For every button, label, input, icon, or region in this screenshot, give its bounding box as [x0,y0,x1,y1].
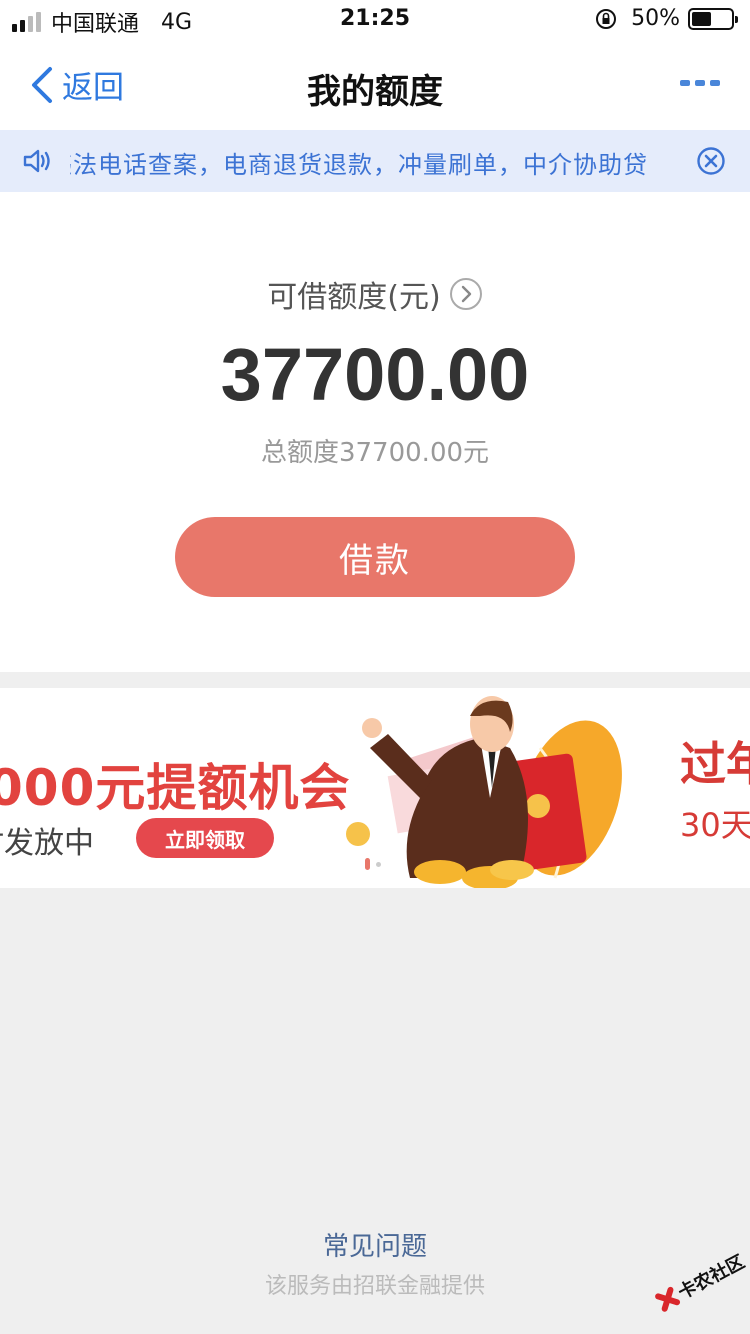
carousel-dot [376,861,381,867]
quota-card: 可借额度(元) 37700.00 总额度37700.00元 借款 [0,192,750,672]
rotation-lock-icon [596,8,617,29]
notice-bar: 违法电话查案，电商退货退款，冲量刷单，中介协助贷 [0,130,750,192]
banner-subtext: 时发放中 [0,826,94,861]
notice-marquee: 违法电话查案，电商退货退款，冲量刷单，中介协助贷 [70,130,682,192]
back-label: 返回 [62,70,124,106]
watermark-logo: 卡农社区 [655,1251,748,1312]
businessman-illustration [346,696,622,888]
chevron-right-circle-icon[interactable] [449,277,483,311]
faq-link[interactable]: 常见问题 [0,1226,750,1263]
notice-text: 违法电话查案，电商退货退款，冲量刷单，中介协助贷 [70,151,648,179]
status-right: 50% [595,6,738,31]
next-slide-subtext: 30天 [680,806,750,844]
network-type: 4G [161,9,193,35]
claim-button[interactable]: 立即领取 [136,818,274,858]
svg-text:卡农社区: 卡农社区 [674,1251,748,1304]
borrow-button[interactable]: 借款 [175,517,575,597]
back-button[interactable]: 返回 [28,62,124,107]
close-icon[interactable] [696,146,726,176]
carousel-indicator [365,858,381,870]
battery-percent: 50% [631,6,680,31]
available-amount: 37700.00 [220,333,530,416]
carrier-name: 中国联通 [51,12,140,37]
available-row: 可借额度(元) [0,272,750,316]
status-bar: 中国联通 4G 21:25 50% [0,0,750,40]
carousel-dot-active [365,858,370,870]
next-slide-headline: 过年 [680,737,750,791]
more-icon[interactable] [680,80,720,92]
status-left: 中国联通 4G [12,6,192,38]
total-quota: 总额度37700.00元 [260,438,490,468]
banner-headline: 000元提额机会 [0,759,351,817]
nav-bar: 返回 我的额度 [0,40,750,130]
battery-icon [688,7,738,30]
signal-icon [12,12,41,32]
chevron-left-icon [32,66,52,103]
available-label: 可借额度(元) [267,280,441,315]
provider-text: 该服务由招联金融提供 [264,1274,485,1299]
speaker-icon [23,149,50,173]
battery-fill [692,11,711,26]
